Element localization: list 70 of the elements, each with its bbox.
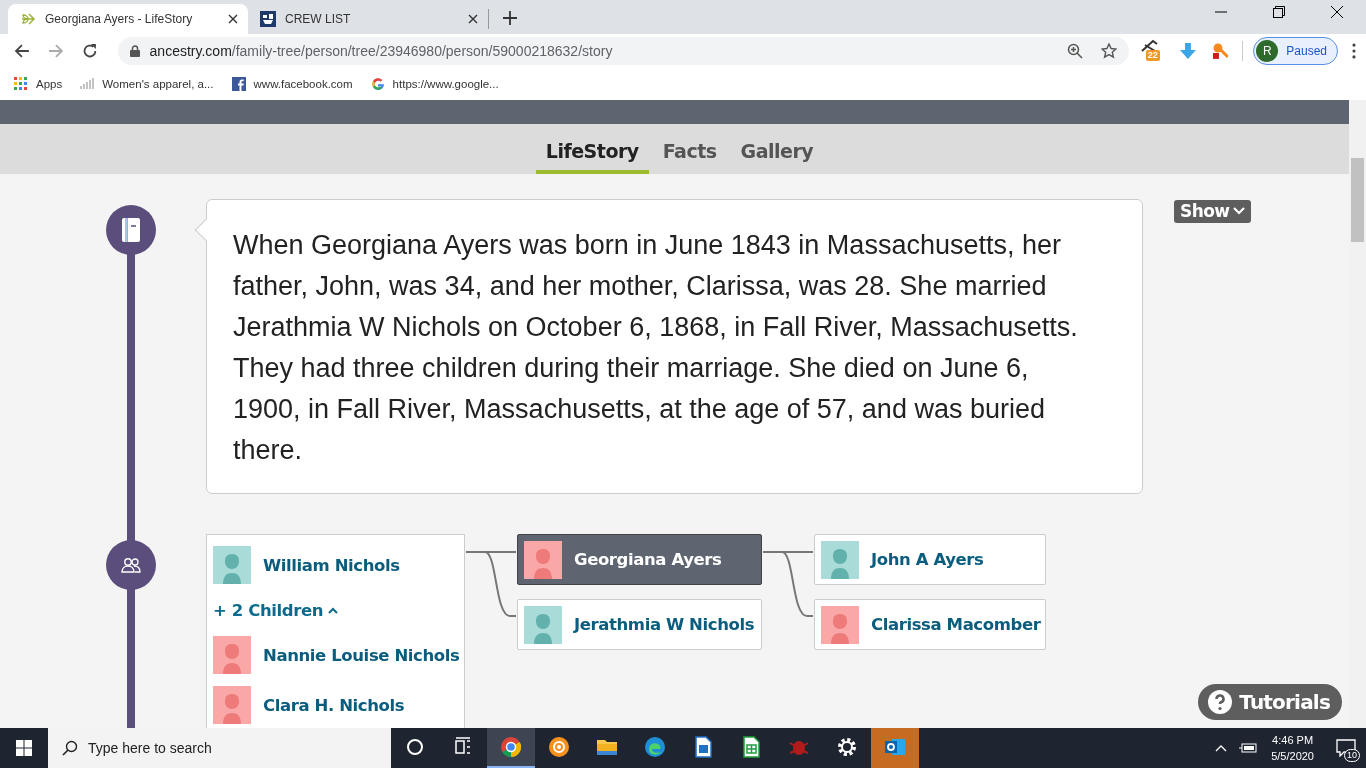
section-tab[interactable]: LifeStory — [535, 124, 649, 174]
profile-button[interactable]: R Paused — [1253, 37, 1339, 65]
edge-icon — [643, 735, 667, 759]
person-card[interactable]: Georgiana Ayers — [517, 534, 762, 585]
zoom-icon[interactable] — [1066, 43, 1083, 59]
count-badge: 22 — [1145, 50, 1160, 61]
battery-icon[interactable] — [1239, 742, 1258, 754]
people-icon — [120, 557, 142, 573]
book-icon — [121, 217, 141, 243]
person-card[interactable]: John A Ayers — [814, 534, 1046, 585]
bars-icon — [80, 77, 95, 91]
arrow-icon[interactable] — [1140, 39, 1159, 53]
bookmark[interactable]: Women's apparel, a... — [80, 77, 214, 91]
help-icon — [1208, 690, 1233, 714]
message-icon — [1336, 739, 1356, 757]
lock-icon — [129, 45, 140, 57]
restore-icon[interactable] — [1273, 5, 1285, 18]
back-icon[interactable] — [14, 43, 30, 59]
person-silhouette-icon — [213, 686, 251, 724]
browser-tab[interactable]: CREW LIST — [248, 4, 488, 34]
key-icon[interactable] — [1210, 42, 1229, 60]
more-icon[interactable] — [1352, 43, 1356, 59]
settings-icon — [835, 735, 859, 759]
browser-tab[interactable]: Georgiana Ayers - LifeStory — [8, 4, 248, 34]
story-paragraph: When Georgiana Ayers was born in June 1843 in Massachusetts, her father, John, was 34, and her mother, Clarissa, was 28. She married Jerathmia W Nichols on October 6, 1868, in Fall River, Massachusetts. They had three children during their marriage. She died on June 6, 1900, in Fall River, Massachusetts, at the age of 57, and was buried there. — [233, 229, 1079, 467]
person-card[interactable]: Clarissa Macomber — [814, 599, 1046, 650]
chevron-up-icon[interactable] — [1215, 744, 1228, 752]
reload-icon[interactable] — [81, 43, 98, 59]
close-icon[interactable] — [468, 14, 478, 24]
forward-icon — [47, 43, 64, 59]
person-silhouette-icon — [213, 546, 251, 584]
caret-icon — [1233, 207, 1246, 215]
download-arrow-icon[interactable] — [1178, 42, 1197, 60]
tutorials-button[interactable]: Tutorials — [1198, 684, 1342, 720]
bookmark[interactable]: https://www.google... — [370, 77, 499, 91]
leaf-icon — [20, 11, 36, 27]
clock-time: 4:46 PM — [1272, 733, 1314, 748]
star-icon[interactable] — [1100, 43, 1117, 59]
notifications-button[interactable]: 10 — [1326, 728, 1366, 768]
person-row[interactable]: William Nichols — [213, 540, 458, 590]
connector-line — [762, 551, 814, 617]
person-silhouette-icon — [524, 605, 562, 644]
search-field[interactable]: Type here to search — [48, 728, 391, 768]
close-icon[interactable] — [1331, 5, 1343, 18]
person-silhouette-icon — [821, 540, 859, 579]
show-button[interactable]: Show — [1174, 200, 1252, 223]
section-tab[interactable]: Facts — [652, 124, 727, 174]
clock-date: 5/5/2020 — [1271, 749, 1314, 764]
person-silhouette-icon — [213, 636, 251, 674]
ship-icon — [260, 11, 276, 27]
bookmark[interactable]: www.facebook.com — [231, 77, 353, 91]
person-silhouette-icon — [821, 605, 859, 644]
section-tab[interactable]: Gallery — [730, 124, 824, 174]
person-silhouette-icon — [524, 540, 562, 579]
close-icon[interactable] — [228, 14, 238, 24]
children-toggle[interactable]: + 2 Children — [213, 590, 339, 630]
windows-start-icon[interactable] — [16, 740, 32, 756]
new-tab-icon[interactable] — [503, 11, 517, 25]
bookmark[interactable]: Apps — [14, 77, 63, 91]
google-icon — [370, 77, 385, 91]
person-row[interactable]: Clara H. Nichols — [213, 680, 458, 728]
search-icon — [62, 740, 78, 756]
address-bar[interactable]: ancestry.com/family-tree/person/tree/23946980/person/59000218632/story — [117, 37, 1129, 65]
caret-icon — [328, 606, 339, 614]
chrome-icon — [499, 735, 523, 759]
facebook-icon — [231, 77, 246, 91]
person-card[interactable]: Jerathmia W Nichols — [517, 599, 762, 650]
apps-grid-icon — [14, 77, 28, 91]
person-row[interactable]: Nannie Louise Nichols — [213, 630, 458, 680]
connector-line — [465, 551, 517, 617]
